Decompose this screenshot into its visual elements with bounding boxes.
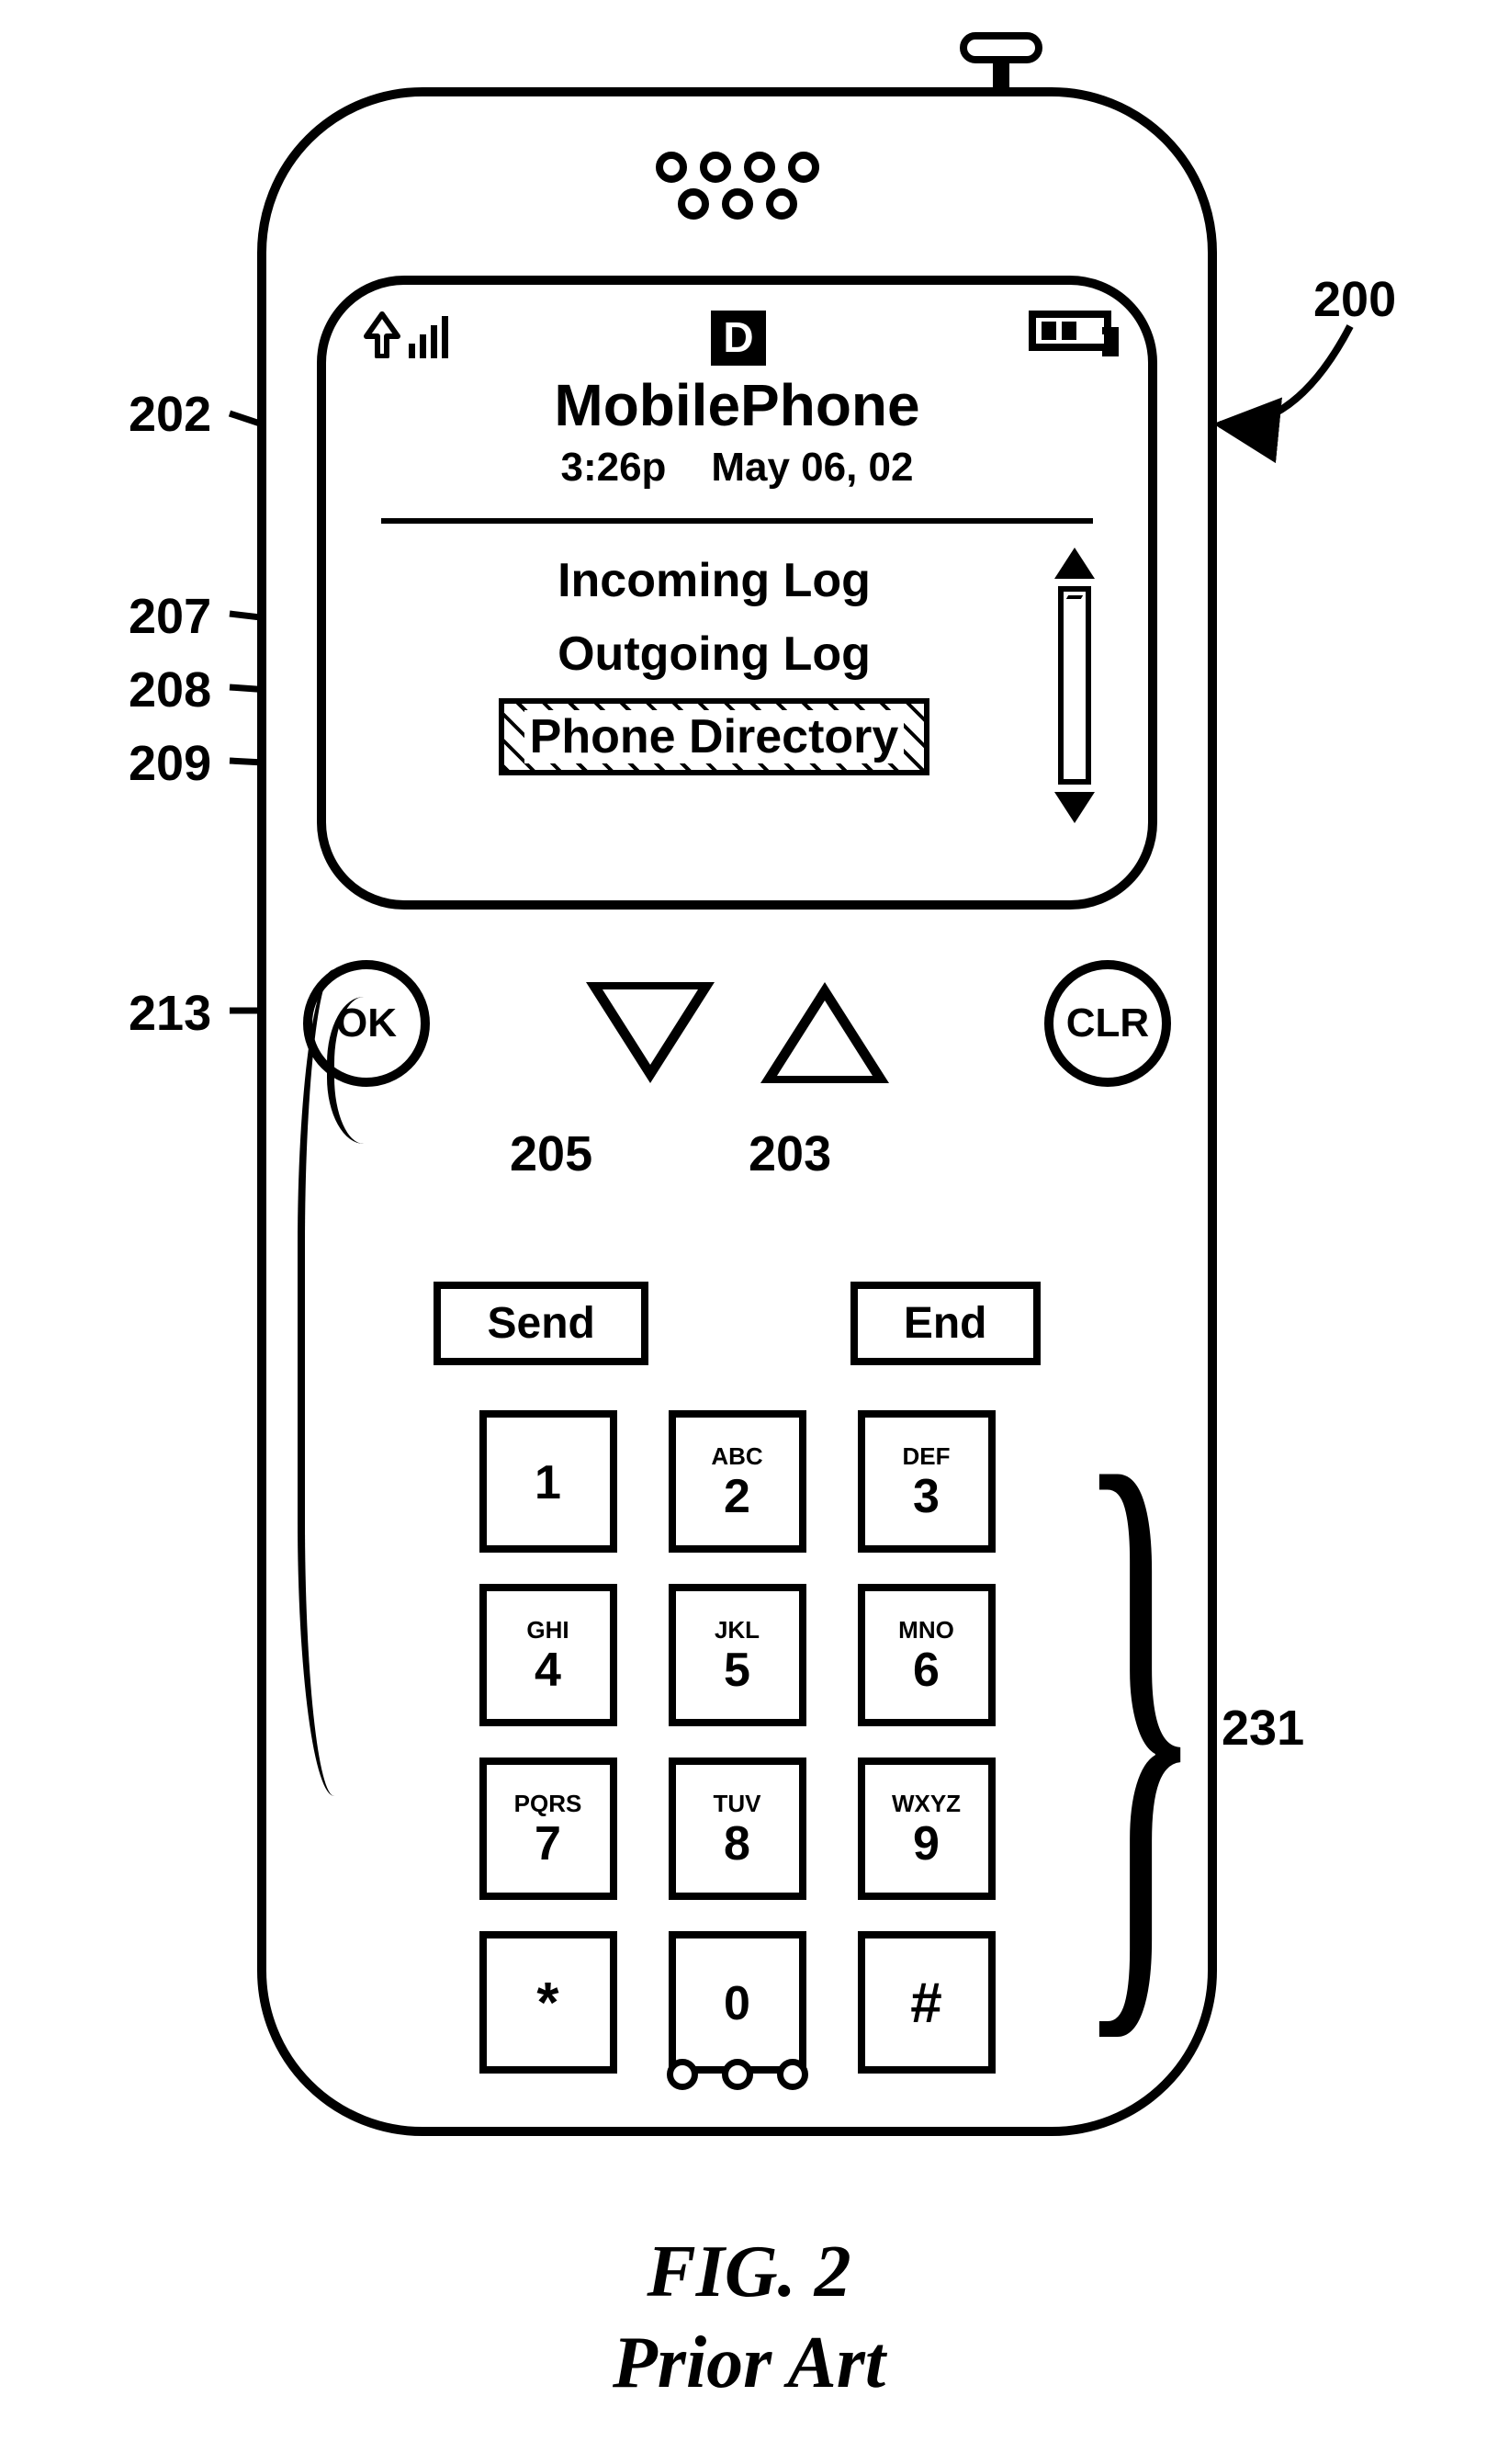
menu-item-outgoing-log[interactable]: Outgoing Log — [548, 625, 880, 684]
figure-caption: FIG. 2 Prior Art — [0, 2223, 1498, 2405]
ref-231: 231 — [1222, 1700, 1304, 1757]
ref-205: 205 — [510, 1125, 592, 1182]
figure-label: FIG. 2 — [0, 2231, 1498, 2314]
key-7[interactable]: PQRS7 — [479, 1758, 617, 1900]
date-text: May 06, 02 — [711, 445, 913, 490]
menu-item-incoming-log[interactable]: Incoming Log — [548, 551, 880, 610]
menu-list: Incoming Log Outgoing Log Phone Director… — [400, 551, 1047, 823]
ref-209: 209 — [129, 735, 211, 792]
ref-202: 202 — [129, 386, 211, 443]
key-2[interactable]: ABC2 — [669, 1410, 806, 1553]
figure-subtitle: Prior Art — [0, 2322, 1498, 2405]
mode-badge: D — [711, 311, 766, 366]
end-button[interactable]: End — [850, 1282, 1041, 1365]
phone-body: D MobilePhone 3:26p May 06, 02 Incoming … — [257, 87, 1217, 2136]
menu-item-phone-directory[interactable]: Phone Directory — [499, 698, 930, 775]
mic-holes — [667, 2059, 808, 2090]
key-9[interactable]: WXYZ9 — [858, 1758, 996, 1900]
nav-down-button[interactable] — [586, 982, 715, 1083]
ref-203: 203 — [749, 1125, 831, 1182]
key-3[interactable]: DEF3 — [858, 1410, 996, 1553]
scroll-down-icon[interactable] — [1054, 792, 1095, 823]
key-1[interactable]: 1 — [479, 1410, 617, 1553]
scroll-track[interactable] — [1058, 586, 1091, 785]
scrollbar[interactable] — [1047, 548, 1102, 823]
clr-button[interactable]: CLR — [1044, 960, 1171, 1087]
key-0[interactable]: 0 — [669, 1931, 806, 2074]
key-5[interactable]: JKL5 — [669, 1584, 806, 1726]
ref-200: 200 — [1313, 271, 1396, 328]
display-screen: D MobilePhone 3:26p May 06, 02 Incoming … — [317, 276, 1157, 910]
antenna — [960, 32, 1042, 89]
divider — [381, 518, 1093, 524]
signal-icon — [363, 311, 448, 358]
key-4[interactable]: GHI4 — [479, 1584, 617, 1726]
scroll-up-icon[interactable] — [1054, 548, 1095, 579]
figure-stage: D MobilePhone 3:26p May 06, 02 Incoming … — [0, 0, 1498, 2464]
ref-208: 208 — [129, 661, 211, 718]
brace-icon: } — [1075, 1378, 1205, 2058]
send-button[interactable]: Send — [434, 1282, 648, 1365]
key-8[interactable]: TUV8 — [669, 1758, 806, 1900]
nav-up-button[interactable] — [760, 982, 889, 1083]
key-star[interactable]: * — [479, 1931, 617, 2074]
carrier-title: MobilePhone — [363, 371, 1111, 439]
keypad: 1 ABC2 DEF3 GHI4 JKL5 MNO6 PQRS7 TUV8 WX… — [479, 1410, 996, 2074]
time-text: 3:26p — [560, 445, 666, 490]
speaker-grille — [656, 152, 819, 220]
key-6[interactable]: MNO6 — [858, 1584, 996, 1726]
signal-bars — [409, 316, 448, 358]
key-hash[interactable]: # — [858, 1931, 996, 2074]
ref-213: 213 — [129, 985, 211, 1042]
battery-icon — [1029, 311, 1111, 351]
clock-row: 3:26p May 06, 02 — [363, 445, 1111, 491]
ref-207: 207 — [129, 588, 211, 645]
